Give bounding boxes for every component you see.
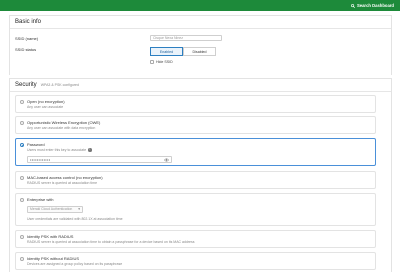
security-subtitle: WPA3 & PSK configured: [40, 83, 79, 87]
search-dashboard-label: Search Dashboard: [356, 3, 394, 8]
option-desc: Any user can associate with data encrypt…: [27, 126, 96, 130]
ssid-name-label: SSID (name): [15, 36, 39, 41]
password-value: ••••••••••••: [30, 157, 51, 162]
enabled-option[interactable]: Enabled: [150, 47, 183, 56]
security-option-ipsk-no-radius[interactable]: Identity PSK without RADIUS Devices are …: [15, 252, 376, 270]
option-desc: RADIUS server is queried at association …: [27, 181, 98, 185]
option-desc: Devices are assigned a group policy base…: [27, 262, 123, 266]
basic-info-section: Basic info SSID (name) Cisque Nexa Ninez…: [9, 15, 392, 75]
option-desc-text: Users must enter this key to associate: [27, 148, 87, 152]
info-icon[interactable]: i: [88, 148, 92, 152]
security-option-ipsk-radius[interactable]: Identity PSK with RADIUS RADIUS server i…: [15, 230, 376, 248]
enterprise-auth-dropdown[interactable]: Meraki Cloud Authentication ▾: [27, 206, 83, 213]
ssid-name-input[interactable]: Cisque Nexa Ninez: [150, 35, 222, 41]
option-desc: Users must enter this key to associate i: [27, 148, 92, 152]
security-title: Security WPA3 & PSK configured: [15, 82, 79, 88]
dropdown-value: Meraki Cloud Authentication: [30, 207, 73, 211]
disabled-option[interactable]: Disabled: [183, 47, 216, 56]
option-desc: User credentials are validated with 802.…: [27, 217, 123, 221]
option-desc: RADIUS server is queried at association …: [27, 240, 195, 244]
option-title: MAC-based access control (no encryption): [27, 175, 103, 180]
security-option-enterprise[interactable]: Enterprise with Meraki Cloud Authenticat…: [15, 193, 376, 226]
checkbox-icon: [150, 60, 154, 64]
password-input[interactable]: ••••••••••••: [27, 156, 172, 163]
security-option-owe[interactable]: Opportunistic Wireless Encryption (OWE) …: [15, 116, 376, 134]
option-desc: Any user can associate: [27, 105, 64, 109]
radio-icon: [20, 198, 24, 202]
option-title: Identity PSK without RADIUS: [27, 256, 80, 261]
security-option-mac[interactable]: MAC-based access control (no encryption)…: [15, 171, 376, 189]
hide-ssid-checkbox[interactable]: Hide SSID: [150, 60, 173, 64]
security-option-open[interactable]: Open (no encryption) Any user can associ…: [15, 95, 376, 113]
security-option-password[interactable]: Password Users must enter this key to as…: [15, 138, 376, 166]
option-title: Open (no encryption): [27, 99, 65, 104]
option-title: Password: [27, 142, 45, 147]
radio-icon: [20, 100, 24, 104]
search-dashboard-button[interactable]: Search Dashboard: [347, 0, 398, 11]
option-title: Identity PSK with RADIUS: [27, 234, 74, 239]
show-password-icon[interactable]: [164, 158, 169, 162]
ssid-status-toggle: Enabled Disabled: [150, 47, 216, 56]
hide-ssid-label: Hide SSID: [156, 60, 173, 64]
radio-icon: [20, 121, 24, 125]
security-section: Security WPA3 & PSK configured Open (no e…: [9, 78, 392, 272]
radio-selected-icon: [20, 143, 24, 147]
radio-icon: [20, 235, 24, 239]
top-bar: Search Dashboard: [0, 0, 400, 11]
radio-icon: [20, 176, 24, 180]
option-title: Enterprise with: [27, 197, 54, 202]
security-title-text: Security: [15, 82, 37, 88]
radio-icon: [20, 257, 24, 261]
chevron-down-icon: ▾: [78, 207, 80, 211]
search-icon: [351, 3, 355, 8]
basic-info-title: Basic info: [15, 19, 42, 25]
security-divider: [10, 91, 391, 92]
option-title: Opportunistic Wireless Encryption (OWE): [27, 120, 101, 125]
basic-info-divider: [10, 28, 391, 29]
ssid-status-label: SSID status: [15, 47, 37, 52]
